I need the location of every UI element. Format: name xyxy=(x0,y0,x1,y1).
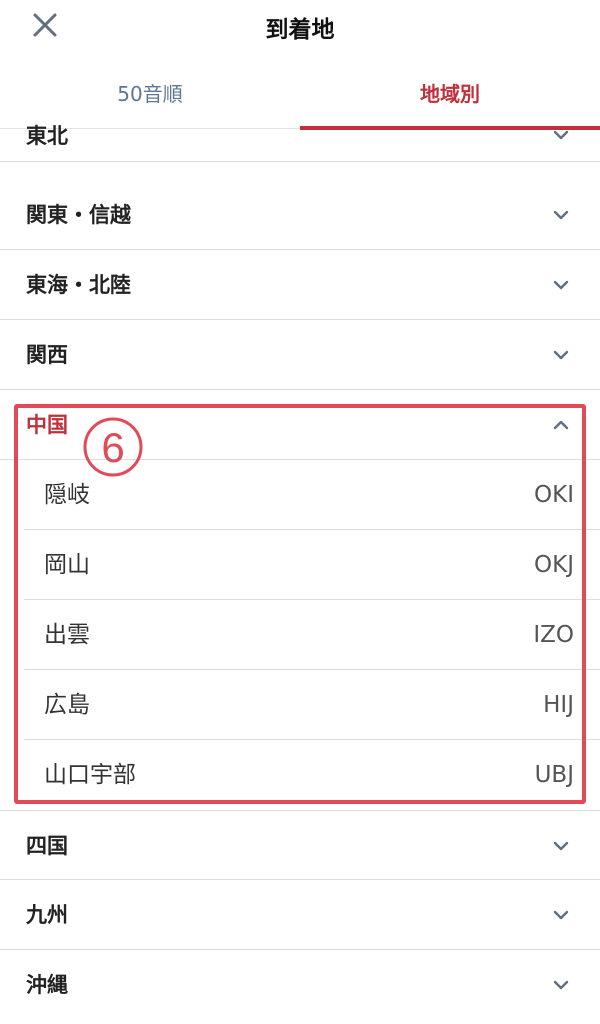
region-label: 関東・信越 xyxy=(26,203,131,227)
region-label: 東海・北陸 xyxy=(26,273,131,297)
region-label: 関西 xyxy=(26,343,68,367)
region-row-kyushu[interactable]: 九州 xyxy=(0,880,600,950)
header: 到着地 xyxy=(0,0,600,56)
region-row-okinawa[interactable]: 沖縄 xyxy=(0,950,600,1020)
chevron-down-icon xyxy=(553,841,569,851)
region-row-tokai[interactable]: 東海・北陸 xyxy=(0,250,600,320)
chevron-down-icon xyxy=(553,280,569,290)
region-label: 沖縄 xyxy=(26,973,68,997)
region-label: 四国 xyxy=(26,834,68,858)
chevron-down-icon xyxy=(553,910,569,920)
region-label: 東北 xyxy=(26,124,68,148)
region-row-kanto[interactable]: 関東・信越 xyxy=(0,180,600,250)
page-title: 到着地 xyxy=(265,17,335,43)
step-number: 6 xyxy=(101,424,124,471)
region-row-shikoku[interactable]: 四国 xyxy=(0,810,600,880)
region-label: 九州 xyxy=(26,903,68,927)
chevron-down-icon xyxy=(553,130,569,140)
chevron-down-icon xyxy=(553,980,569,990)
region-row-tohoku[interactable]: 東北 xyxy=(0,110,600,162)
chevron-down-icon xyxy=(553,350,569,360)
step-number-badge: 6 xyxy=(83,417,143,477)
chevron-down-icon xyxy=(553,210,569,220)
region-row-kansai[interactable]: 関西 xyxy=(0,320,600,390)
